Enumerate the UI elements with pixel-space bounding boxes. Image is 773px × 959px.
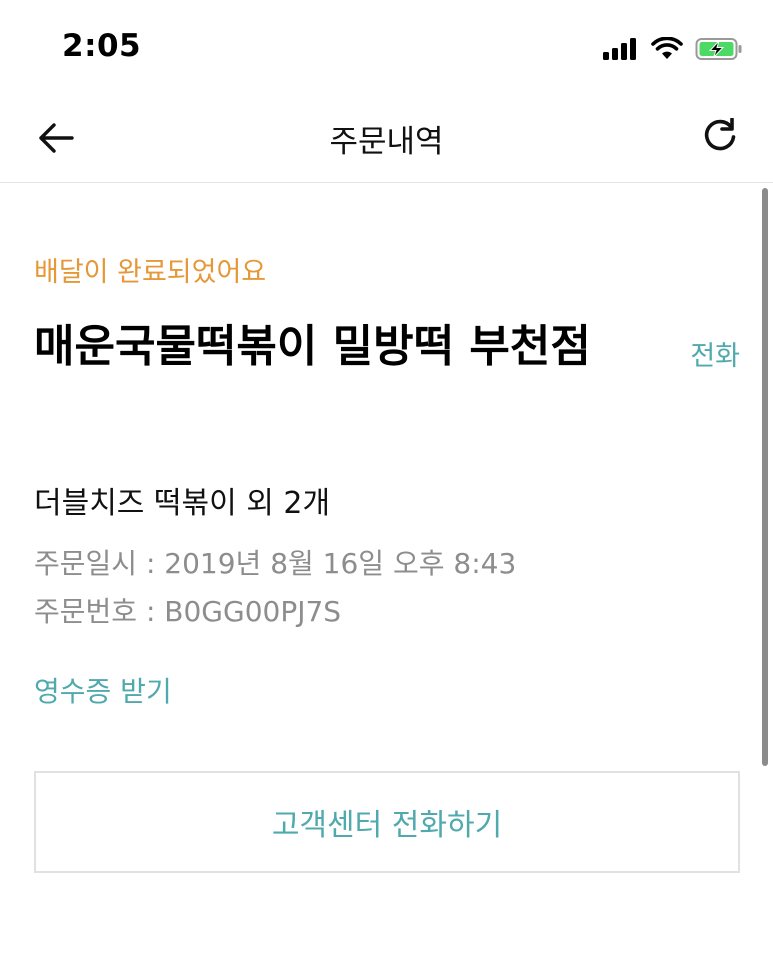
- delivery-status: 배달이 완료되었어요: [34, 257, 267, 288]
- status-time: 2:05: [62, 28, 142, 64]
- wifi-icon: [651, 37, 683, 59]
- menu-summary: 더블치즈 떡볶이 외 2개: [34, 486, 331, 521]
- status-bar: 2:05: [0, 0, 773, 90]
- battery-charging-icon: [695, 38, 742, 60]
- call-store-link[interactable]: 전화: [690, 334, 740, 373]
- call-customer-service-button[interactable]: 고객센터 전화하기: [34, 771, 740, 873]
- page-title: 주문내역: [329, 124, 444, 160]
- status-icons: [603, 34, 743, 64]
- store-name: 매운국물떡볶이 밀방떡 부천점: [34, 321, 591, 372]
- receipt-link[interactable]: 영수증 받기: [34, 670, 172, 710]
- navigation-bar: 주문내역: [0, 90, 773, 183]
- refresh-button[interactable]: [699, 116, 741, 158]
- cellular-signal-icon: [603, 38, 636, 60]
- refresh-icon: [704, 118, 736, 151]
- order-detail-content: 배달이 완료되었어요 매운국물떡볶이 밀방떡 부천점 전화 더블치즈 떡볶이 외…: [0, 184, 773, 959]
- order-date: 주문일시 : 2019년 8월 16일 오후 8:43: [34, 547, 517, 580]
- order-number: 주문번호 : B0GG00PJ7S: [34, 595, 342, 628]
- scrollbar[interactable]: [762, 188, 768, 766]
